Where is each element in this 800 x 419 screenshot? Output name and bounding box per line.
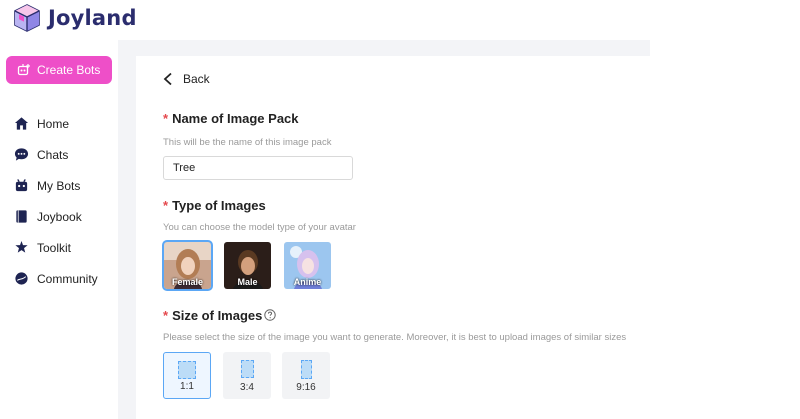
- home-icon: [14, 117, 29, 130]
- type-option-female[interactable]: Female: [162, 240, 213, 291]
- tall-aspect-icon: [300, 360, 312, 379]
- help-icon[interactable]: [264, 309, 276, 321]
- image-pack-name-input[interactable]: [163, 156, 353, 180]
- size-option-1-1[interactable]: 1:1: [163, 352, 211, 399]
- size-option-label: 9:16: [296, 382, 316, 393]
- size-option-3-4[interactable]: 3:4: [223, 352, 271, 399]
- chevron-left-icon: [163, 72, 172, 86]
- size-option-label: 1:1: [180, 381, 194, 392]
- size-option-label: 3:4: [240, 382, 254, 393]
- sidebar-nav: Home Chats My Bots Joybook Toolkit Commu…: [0, 108, 118, 294]
- portrait-aspect-icon: [240, 360, 254, 378]
- robot-icon: [15, 179, 28, 192]
- community-icon: [15, 272, 28, 285]
- sidebar-item-my-bots[interactable]: My Bots: [0, 170, 118, 201]
- sidebar-item-home[interactable]: Home: [0, 108, 118, 139]
- required-mark: *: [163, 198, 169, 213]
- required-mark: *: [163, 308, 169, 323]
- size-option-9-16[interactable]: 9:16: [282, 352, 330, 399]
- create-bots-button[interactable]: Create Bots: [6, 56, 112, 84]
- type-section-title: * Type of Images: [163, 198, 266, 213]
- robot-plus-icon: [17, 64, 30, 76]
- sidebar-item-joybook[interactable]: Joybook: [0, 201, 118, 232]
- required-mark: *: [163, 111, 169, 126]
- type-option-label: Female: [171, 277, 204, 287]
- type-section-hint: You can choose the model type of your av…: [163, 222, 356, 233]
- type-option-label: Anime: [293, 277, 322, 287]
- name-section-title: * Name of Image Pack: [163, 111, 299, 126]
- sidebar-item-label: My Bots: [37, 178, 81, 193]
- back-label: Back: [183, 72, 210, 86]
- name-section-hint: This will be the name of this image pack: [163, 137, 332, 148]
- type-section-label: Type of Images: [172, 198, 266, 213]
- size-section-title: * Size of Images: [163, 308, 262, 323]
- type-option-anime[interactable]: Anime: [284, 242, 331, 289]
- size-section-label: Size of Images: [172, 308, 263, 323]
- square-aspect-icon: [178, 361, 196, 379]
- create-bots-label: Create Bots: [37, 63, 101, 77]
- page-margin: [650, 0, 800, 419]
- app-logo[interactable]: Joyland: [12, 3, 137, 33]
- type-option-label: Male: [237, 277, 258, 287]
- back-button[interactable]: Back: [162, 72, 210, 86]
- sidebar-item-toolkit[interactable]: Toolkit: [0, 232, 118, 263]
- size-section-hint: Please select the size of the image you …: [163, 332, 627, 343]
- toolkit-icon: [15, 240, 28, 253]
- sidebar-item-label: Toolkit: [37, 240, 72, 255]
- chat-bubble-icon: [14, 148, 29, 161]
- sidebar-item-label: Joybook: [37, 209, 82, 224]
- book-icon: [16, 210, 27, 223]
- joyland-logo-icon: [14, 4, 40, 32]
- sidebar-item-community[interactable]: Community: [0, 263, 118, 294]
- sidebar-item-label: Home: [37, 116, 70, 131]
- sidebar-item-chats[interactable]: Chats: [0, 139, 118, 170]
- sidebar-item-label: Community: [37, 271, 98, 286]
- sidebar-item-label: Chats: [37, 147, 69, 162]
- name-section-label: Name of Image Pack: [172, 111, 299, 126]
- sidebar: Create Bots Home Chats My Bots Joybook T…: [0, 40, 118, 419]
- app-name: Joyland: [48, 6, 137, 30]
- type-option-male[interactable]: Male: [224, 242, 271, 289]
